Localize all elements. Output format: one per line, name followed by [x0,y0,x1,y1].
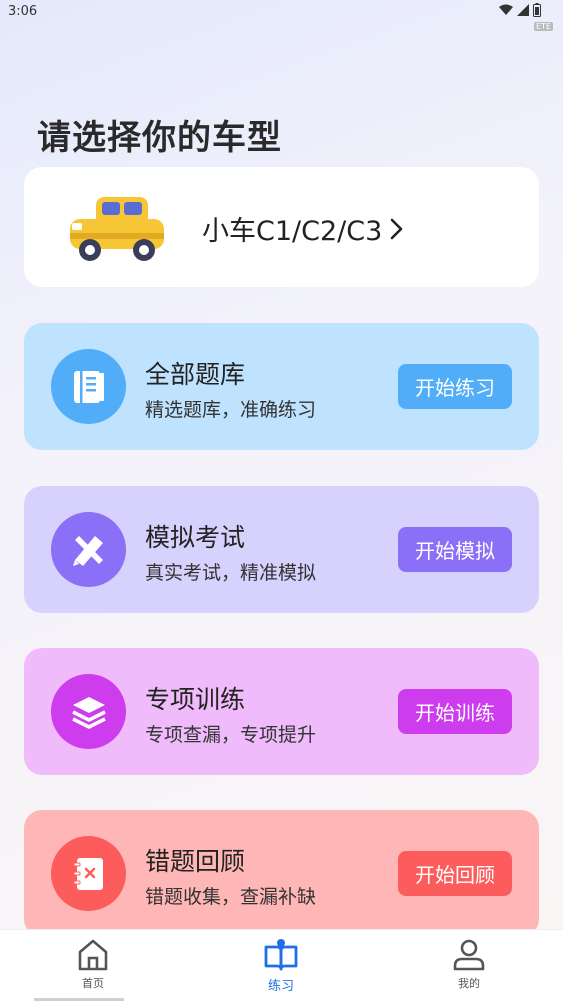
start-review-button[interactable]: 开始回顾 [398,851,512,896]
user-icon [453,939,485,971]
feature-card-special-training[interactable]: 专项训练 专项查漏，专项提升 开始训练 [24,648,539,775]
pencil-ruler-icon [72,535,103,566]
tab-home[interactable]: 首页 [53,938,133,991]
status-tag: ETE [534,22,553,31]
feature-icon-circle [51,836,126,911]
tab-practice[interactable]: 练习 [241,938,321,994]
signal-icon [517,4,529,16]
question-bank-icon [73,370,104,403]
car-type-label-group: 小车C1/C2/C3 [202,209,404,248]
feature-title: 专项训练 [145,685,246,714]
feature-icon-circle [51,512,126,587]
tab-profile[interactable]: 我的 [429,938,509,991]
start-training-button[interactable]: 开始训练 [398,689,512,734]
book-icon [264,939,298,971]
tab-home-label: 首页 [82,977,104,990]
car-type-selector[interactable]: 小车C1/C2/C3 [24,167,539,287]
feature-card-question-bank[interactable]: 全部题库 精选题库，准确练习 开始练习 [24,323,539,450]
feature-subtitle: 精选题库，准确练习 [145,399,317,421]
feature-icon-circle [51,674,126,749]
status-bar: 3:06 ETE [0,0,563,31]
feature-subtitle: 真实考试，精准模拟 [145,562,317,584]
feature-icon-circle [51,349,126,424]
feature-subtitle: 错题收集，查漏补缺 [145,886,317,908]
feature-card-wrong-review[interactable]: 错题回顾 错题收集，查漏补缺 开始回顾 [24,810,539,937]
battery-icon [533,3,541,17]
tab-practice-label: 练习 [267,979,294,994]
feature-title: 全部题库 [145,360,246,389]
bottom-tab-bar: 首页 练习 我的 [0,929,563,1001]
wrong-notebook-icon [73,857,103,890]
car-type-label: 小车C1/C2/C3 [202,216,383,247]
start-mock-button[interactable]: 开始模拟 [398,527,512,572]
status-time: 3:06 [8,4,38,19]
layers-icon [71,696,106,729]
tab-profile-label: 我的 [458,977,480,990]
page-title: 请选择你的车型 [37,118,282,158]
feature-title: 模拟考试 [145,523,246,552]
feature-title: 错题回顾 [145,847,246,876]
home-icon [78,939,108,971]
car-icon [70,197,164,261]
start-practice-button[interactable]: 开始练习 [398,364,512,409]
feature-subtitle: 专项查漏，专项提升 [145,724,317,746]
chevron-right-icon [390,218,403,239]
feature-card-mock-exam[interactable]: 模拟考试 真实考试，精准模拟 开始模拟 [24,486,539,613]
status-icons [499,3,541,17]
wifi-icon [499,4,513,15]
